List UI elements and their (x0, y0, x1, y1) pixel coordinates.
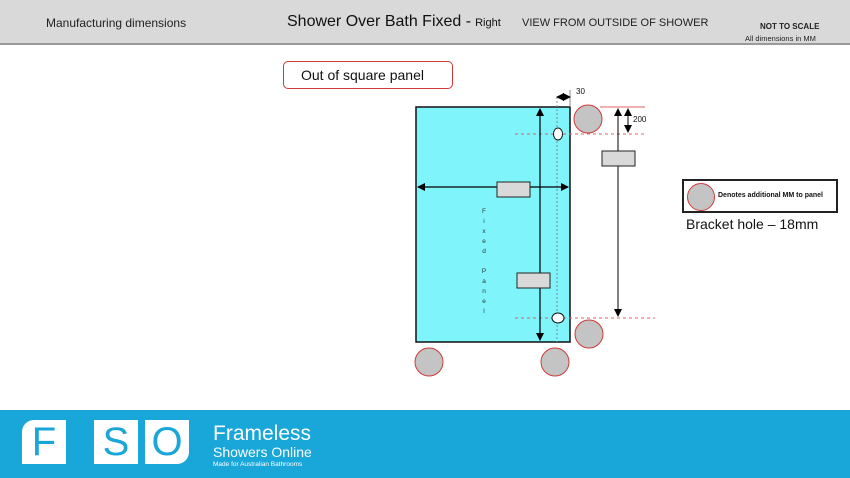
adjust-marker-bottom-center (540, 347, 570, 377)
logo-f-cover (48, 420, 92, 464)
logo-letter-s: S (102, 420, 130, 464)
dim-30-label: 30 (576, 87, 585, 96)
logo-letter-o-box: O (145, 420, 189, 464)
bracket-hole-note: Bracket hole – 18mm (686, 216, 819, 232)
panel-label-char: F (482, 208, 486, 215)
panel-label-char: e (482, 238, 486, 245)
adjust-marker-bottom-left (414, 347, 444, 377)
logo-letter-s-box: S (94, 420, 138, 464)
adjust-marker-bottom-right (574, 319, 604, 349)
brand-name-line1: Frameless (213, 422, 312, 445)
hinge-side (601, 150, 636, 167)
panel-label-char: d (482, 248, 486, 255)
logo-letter-o: O (151, 420, 183, 464)
adjust-marker-top-right (573, 104, 603, 134)
bracket-hole-top (553, 127, 563, 141)
legend-marker-text: Denotes additional MM to panel (718, 192, 824, 199)
fixed-panel (415, 106, 571, 343)
hinge-bottom (516, 272, 551, 289)
panel-label-char: P (482, 268, 486, 275)
panel-label-char: a (482, 278, 486, 285)
hinge-top (496, 181, 531, 198)
dim-200-label: 200 (633, 115, 647, 124)
legend-marker-icon (687, 183, 715, 211)
panel-label-char: i (483, 218, 484, 225)
bracket-hole-bottom (551, 312, 565, 324)
panel-label-char: n (482, 288, 486, 295)
panel-label-char: e (482, 298, 486, 305)
footer-bar: F S O Frameless Showers Online Made for … (0, 410, 850, 478)
brand-tagline: Made for Australian Bathrooms (213, 461, 303, 468)
panel-diagram: 30 200 FixedPanel (414, 87, 655, 377)
legend-box: Denotes additional MM to panel (682, 179, 838, 213)
brand-name-line2: Showers Online (213, 444, 312, 460)
